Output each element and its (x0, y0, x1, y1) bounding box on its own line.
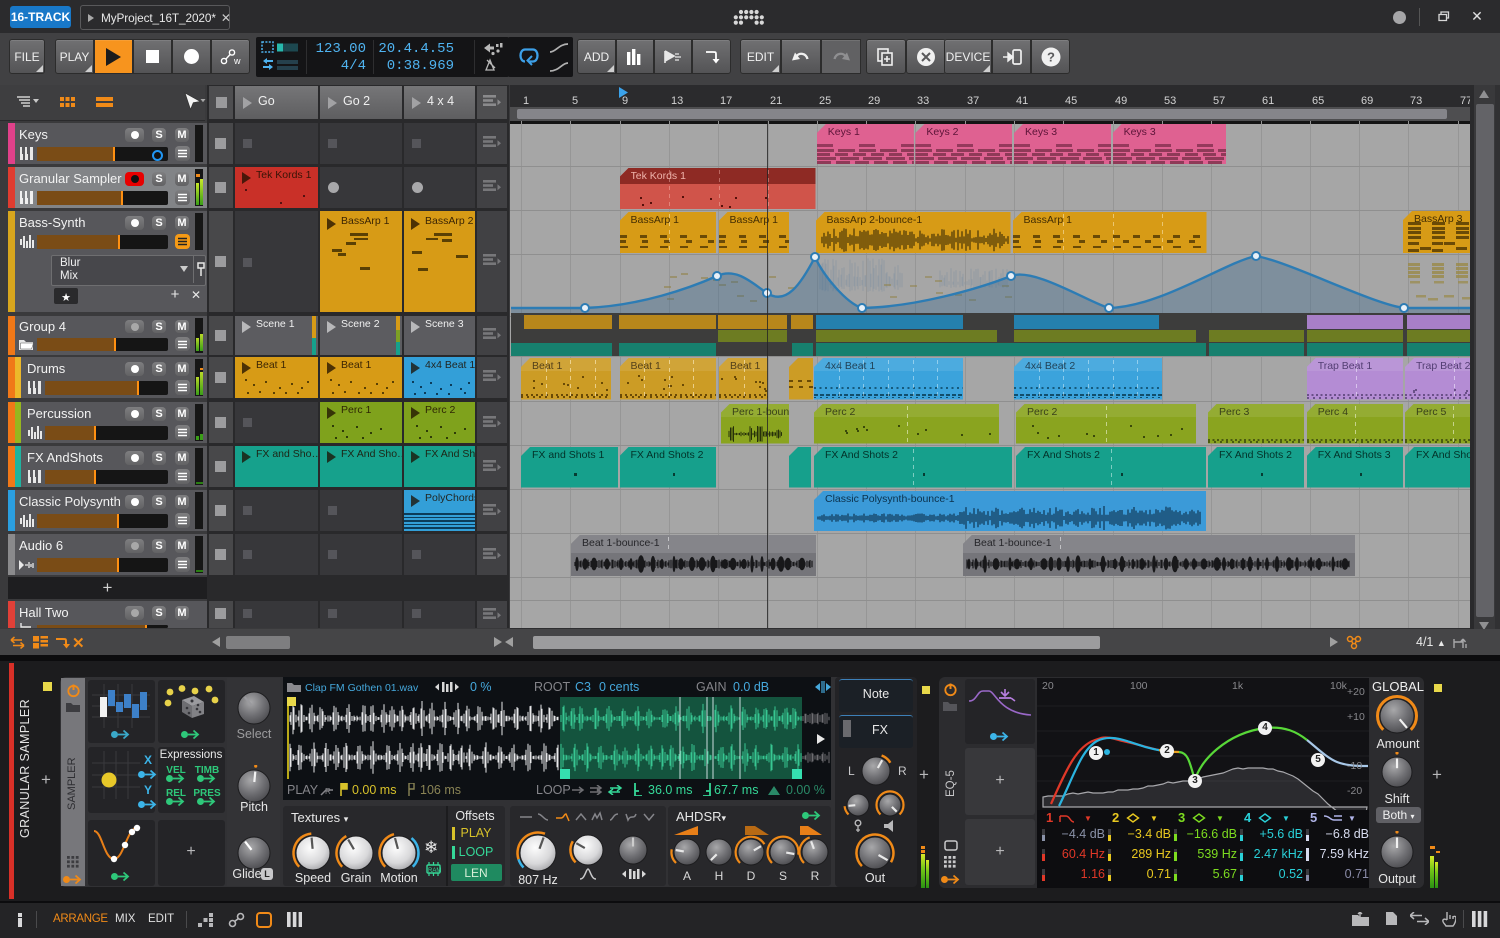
svg-text:RAM: RAM (428, 868, 441, 874)
svg-text:R: R (325, 787, 331, 796)
